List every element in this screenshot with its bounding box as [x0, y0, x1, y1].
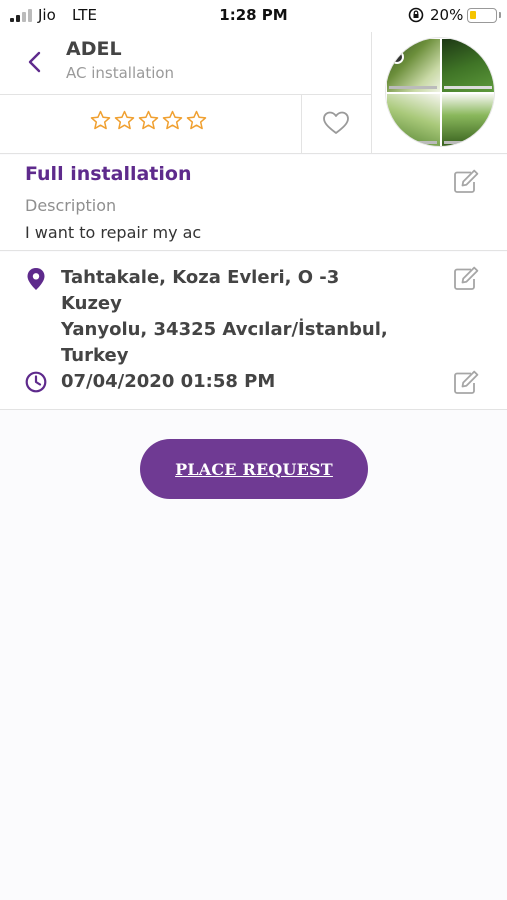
- address-text: Tahtakale, Koza Evleri, O -3 Kuzey Yanyo…: [61, 265, 401, 369]
- divider: [301, 94, 302, 154]
- place-request-button[interactable]: PLACE REQUEST: [140, 439, 368, 499]
- photo-tile: [387, 94, 440, 146]
- status-bar: Jio LTE 1:28 PM 20%: [0, 0, 507, 32]
- service-type-title: Full installation: [25, 163, 192, 185]
- battery-icon: [467, 8, 497, 23]
- heart-outline-icon[interactable]: [322, 110, 350, 136]
- request-details: Full installation Description I want to …: [0, 155, 507, 251]
- address-line: Tahtakale, Koza Evleri, O -3 Kuzey: [61, 267, 340, 314]
- provider-service: AC installation: [66, 64, 175, 82]
- photo-tile: [442, 39, 494, 92]
- edit-details-icon[interactable]: [452, 169, 480, 195]
- provider-header: ADEL AC installation: [0, 32, 507, 154]
- request-datetime: 07/04/2020 01:58 PM: [61, 371, 276, 392]
- battery-percent: 20%: [430, 6, 464, 24]
- provider-photo[interactable]: [385, 37, 495, 147]
- clock-icon: [25, 371, 47, 393]
- rotation-lock-icon: [408, 7, 424, 23]
- photo-tile: [442, 94, 494, 146]
- star-icon: [162, 110, 183, 130]
- back-button[interactable]: [22, 46, 50, 78]
- star-icon: [114, 110, 135, 130]
- address-line: Turkey: [61, 345, 129, 366]
- photo-indicator: [390, 50, 404, 64]
- description-text: I want to repair my ac: [25, 223, 202, 242]
- star-icon: [186, 110, 207, 130]
- star-icon: [138, 110, 159, 130]
- location-section: Tahtakale, Koza Evleri, O -3 Kuzey Yanyo…: [0, 252, 507, 410]
- location-pin-icon: [27, 268, 45, 290]
- edit-datetime-icon[interactable]: [452, 370, 480, 396]
- provider-name: ADEL: [66, 38, 122, 60]
- edit-address-icon[interactable]: [452, 266, 480, 292]
- star-icon: [90, 110, 111, 130]
- rating-stars: [90, 110, 207, 131]
- divider: [371, 32, 372, 154]
- description-label: Description: [25, 196, 117, 215]
- address-line: Yanyolu, 34325 Avcılar/İstanbul,: [61, 319, 388, 340]
- photo-tile: [387, 39, 440, 92]
- divider: [0, 94, 371, 95]
